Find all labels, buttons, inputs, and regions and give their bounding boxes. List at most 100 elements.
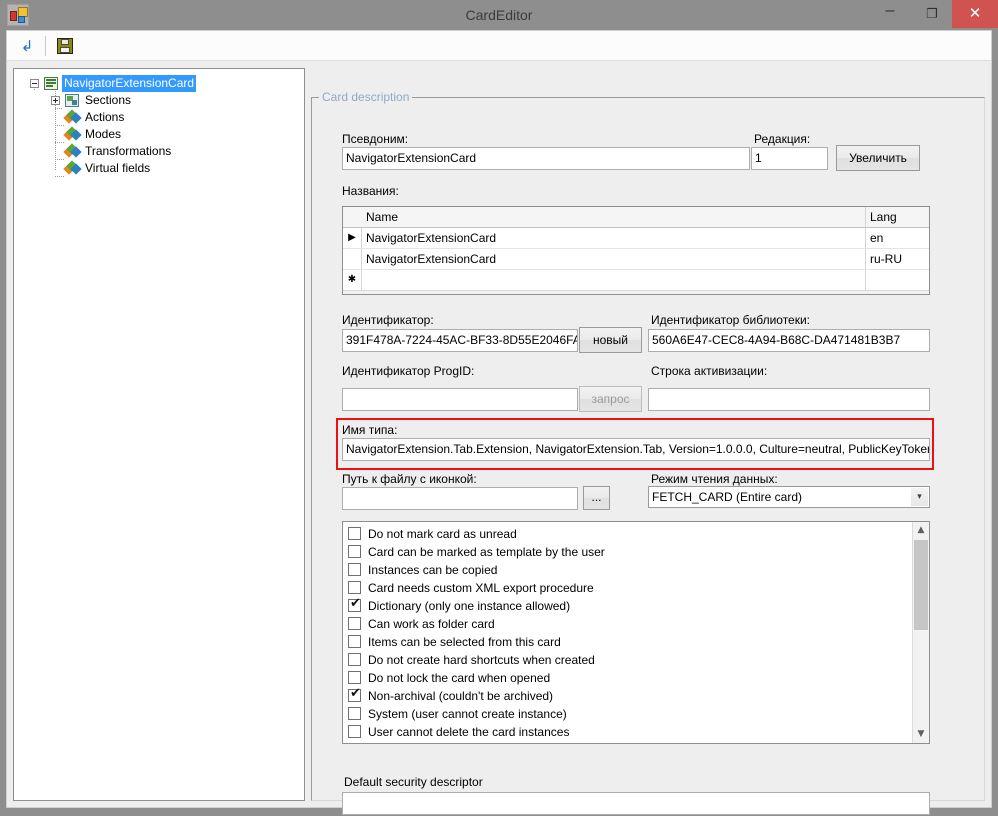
cell-name[interactable]: NavigatorExtensionCard (362, 228, 866, 248)
tree-node-label: Virtual fields (83, 160, 152, 177)
scroll-up-icon[interactable]: ▲ (913, 522, 929, 539)
close-button[interactable]: ✕ (952, 0, 998, 28)
tree-node-label: Actions (83, 109, 126, 126)
cell-name[interactable]: NavigatorExtensionCard (362, 249, 866, 269)
flag-label: Card needs custom XML export procedure (368, 579, 594, 597)
progid-input[interactable] (342, 388, 578, 411)
back-button[interactable]: ↲ (15, 34, 39, 58)
title-bar: CardEditor – ❐ ✕ (0, 0, 998, 30)
toolbar-separator (45, 36, 46, 56)
column-header-name[interactable]: Name (362, 207, 866, 227)
checkbox[interactable] (348, 617, 361, 630)
icon-path-input[interactable] (342, 487, 578, 510)
card-tree[interactable]: NavigatorExtensionCard Sections Actions (13, 68, 305, 801)
identifier-input[interactable]: 391F478A-7224-45AC-BF33-8D55E2046FA2 (342, 329, 578, 352)
names-grid[interactable]: Name Lang ▶ NavigatorExtensionCard en Na… (342, 206, 930, 295)
diamond-icon (65, 162, 80, 175)
floppy-disk-icon (57, 38, 73, 54)
diamond-icon (65, 128, 80, 141)
browse-icon-button[interactable]: ... (583, 486, 610, 510)
flag-label: Items can be selected from this card (368, 633, 561, 651)
cell-lang[interactable]: en (866, 228, 929, 248)
scroll-down-icon[interactable]: ▼ (913, 726, 929, 743)
tree-node-actions[interactable]: Actions (14, 109, 300, 126)
maximize-icon: ❐ (910, 0, 954, 28)
tree-node-label: Modes (83, 126, 123, 143)
checkbox[interactable] (348, 725, 361, 738)
checkbox[interactable] (348, 563, 361, 576)
checkbox[interactable] (348, 707, 361, 720)
checkbox[interactable] (348, 635, 361, 648)
progid-query-button[interactable]: запрос (579, 386, 642, 412)
check-icon: ✔ (349, 597, 362, 610)
return-arrow-icon: ↲ (15, 34, 39, 58)
chevron-down-icon[interactable]: ▾ (911, 488, 928, 506)
icon-path-label: Путь к файлу с иконкой: (342, 472, 477, 487)
checkbox[interactable] (348, 671, 361, 684)
flags-list-scrollbar[interactable]: ▲ ▼ (912, 522, 929, 743)
flag-label: Card can be marked as template by the us… (368, 543, 605, 561)
security-descriptor-label: Default security descriptor (344, 775, 483, 790)
flag-label: Non-archival (couldn't be archived) (368, 687, 553, 705)
type-name-label: Имя типа: (342, 423, 397, 438)
table-row-new[interactable]: ✱ (343, 270, 929, 291)
toolbar: ↲ (7, 31, 991, 61)
cell-lang[interactable]: ru-RU (866, 249, 929, 269)
card-flags-list[interactable]: Do not mark card as unread Card can be m… (342, 521, 930, 744)
checkbox[interactable] (348, 653, 361, 666)
flag-label: Do not mark card as unread (368, 525, 517, 543)
new-identifier-button[interactable]: новый (579, 327, 642, 353)
scrollbar-thumb[interactable] (914, 540, 928, 630)
library-identifier-label: Идентификатор библиотеки: (651, 313, 810, 328)
flag-label: Do not create hard shortcuts when create… (368, 651, 595, 669)
type-name-input[interactable]: NavigatorExtension.Tab.Extension, Naviga… (342, 438, 930, 461)
flag-label: Instances can be copied (368, 561, 497, 579)
checkbox[interactable]: ✔ (348, 689, 361, 702)
tree-node-virtual-fields[interactable]: Virtual fields (14, 160, 300, 177)
sections-icon (65, 94, 79, 107)
grid-footer (343, 290, 929, 294)
collapse-toggle-root[interactable] (30, 79, 39, 88)
row-indicator: ▶ (343, 228, 362, 248)
card-editor-window: CardEditor – ❐ ✕ ↲ (0, 0, 998, 816)
maximize-button[interactable]: ❐ (910, 0, 954, 28)
table-row[interactable]: ▶ NavigatorExtensionCard en (343, 228, 929, 249)
alias-input[interactable]: NavigatorExtensionCard (342, 147, 750, 170)
save-button[interactable] (53, 34, 77, 58)
library-identifier-input[interactable]: 560A6E47-CEC8-4A94-B68C-DA471481B3B7 (648, 329, 930, 352)
progid-label: Идентификатор ProgID: (342, 364, 474, 379)
security-descriptor-input[interactable] (342, 792, 930, 815)
tree-node-sections[interactable]: Sections (14, 92, 300, 109)
flag-label: User cannot delete the card instances (368, 723, 569, 741)
column-header-lang[interactable]: Lang (866, 207, 929, 227)
cell-name[interactable] (362, 270, 866, 290)
revision-input[interactable]: 1 (751, 147, 828, 170)
minimize-button[interactable]: – (868, 0, 912, 28)
activation-string-input[interactable] (648, 388, 930, 411)
fetch-mode-value: FETCH_CARD (Entire card) (652, 490, 802, 504)
checkbox[interactable] (348, 581, 361, 594)
tree-node-navigatorextensioncard[interactable]: NavigatorExtensionCard (14, 75, 300, 92)
table-row[interactable]: NavigatorExtensionCard ru-RU (343, 249, 929, 270)
revision-label: Редакция: (754, 132, 810, 147)
flag-label: Do not lock the card when opened (368, 669, 550, 687)
tree-node-transformations[interactable]: Transformations (14, 143, 300, 160)
identifier-label: Идентификатор: (342, 313, 434, 328)
alias-label: Псевдоним: (342, 132, 408, 147)
client-area: ↲ (6, 30, 992, 808)
expand-toggle-sections[interactable] (51, 96, 60, 105)
fetch-mode-select[interactable]: FETCH_CARD (Entire card) ▾ (648, 486, 930, 508)
checkbox[interactable] (348, 545, 361, 558)
checkbox[interactable] (348, 527, 361, 540)
grid-header-row: Name Lang (343, 207, 929, 228)
diamond-icon (65, 111, 80, 124)
cell-lang[interactable] (866, 270, 929, 290)
checkbox[interactable]: ✔ (348, 599, 361, 612)
increase-revision-button[interactable]: Увеличить (836, 145, 920, 171)
flag-label: Dictionary (only one instance allowed) (368, 597, 570, 615)
window-title: CardEditor (0, 0, 998, 30)
tree-node-modes[interactable]: Modes (14, 126, 300, 143)
minimize-icon: – (868, 0, 912, 28)
new-row-indicator: ✱ (343, 270, 362, 290)
flag-label: System (user cannot create instance) (368, 705, 567, 723)
